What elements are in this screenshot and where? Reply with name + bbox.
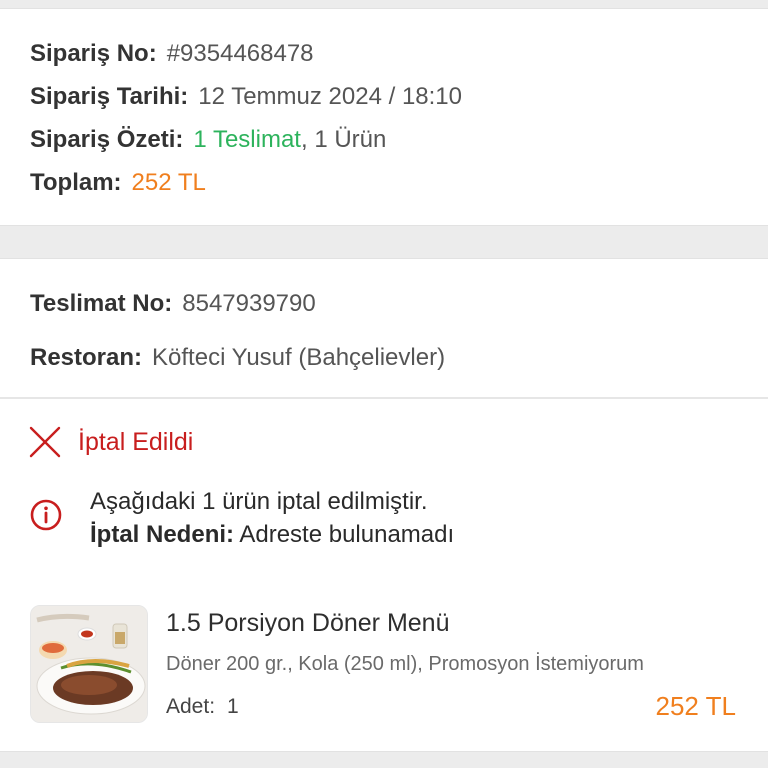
order-date-label: Sipariş Tarihi: bbox=[30, 83, 189, 110]
info-icon bbox=[30, 499, 62, 531]
product-image[interactable] bbox=[30, 605, 148, 723]
cancel-reason-value: Adreste bulunamadı bbox=[239, 521, 455, 548]
cancel-status: İptal Edildi bbox=[28, 425, 193, 459]
cancel-status-label: İptal Edildi bbox=[78, 427, 194, 456]
section-divider bbox=[0, 397, 768, 399]
order-total-label: Toplam: bbox=[30, 169, 122, 196]
product-quantity: Adet: 1 bbox=[166, 695, 239, 719]
order-date-row: Sipariş Tarihi: 12 Temmuz 2024 / 18:10 bbox=[30, 82, 462, 112]
cancel-reason-label: İptal Nedeni: bbox=[90, 521, 235, 548]
order-date-value: 12 Temmuz 2024 / 18:10 bbox=[198, 83, 462, 110]
order-number-row: Sipariş No: #9354468478 bbox=[30, 39, 314, 69]
order-summary-item-count: 1 Ürün bbox=[307, 126, 387, 153]
order-summary-card: Sipariş No: #9354468478 Sipariş Tarihi: 12… bbox=[0, 8, 768, 226]
delivery-card: Teslimat No: 8547939790 Restoran: Köfteci … bbox=[0, 258, 768, 752]
order-summary-row: Sipariş Özeti: 1 Teslimat, 1 Ürün bbox=[30, 125, 386, 155]
product-price: 252 TL bbox=[655, 691, 736, 721]
order-total-value: 252 TL bbox=[131, 169, 206, 196]
restaurant-row: Restoran: Köfteci Yusuf (Bahçelievler) bbox=[30, 343, 445, 373]
product-quantity-value: 1 bbox=[227, 695, 239, 718]
product-description: Döner 200 gr., Kola (250 ml), Promosyon … bbox=[166, 653, 644, 675]
order-number-label: Sipariş No: bbox=[30, 40, 157, 67]
delivery-number-label: Teslimat No: bbox=[30, 290, 173, 317]
cancel-info-line: Aşağıdaki 1 ürün iptal edilmiştir. bbox=[90, 488, 428, 515]
restaurant-label: Restoran: bbox=[30, 344, 143, 371]
delivery-number-value: 8547939790 bbox=[182, 290, 316, 317]
doner-plate-image bbox=[31, 606, 147, 722]
close-icon bbox=[29, 426, 61, 458]
order-number-value: #9354468478 bbox=[166, 40, 314, 67]
order-summary-separator: , bbox=[300, 126, 308, 153]
order-summary-label: Sipariş Özeti: bbox=[30, 126, 184, 153]
restaurant-value[interactable]: Köfteci Yusuf (Bahçelievler) bbox=[152, 344, 445, 371]
delivery-number-row: Teslimat No: 8547939790 bbox=[30, 289, 316, 319]
order-total-row: Toplam: 252 TL bbox=[30, 168, 206, 198]
product-title[interactable]: 1.5 Porsiyon Döner Menü bbox=[166, 609, 449, 638]
product-quantity-label: Adet: bbox=[166, 695, 216, 718]
order-summary-delivery-count[interactable]: 1 Teslimat bbox=[193, 126, 301, 153]
cancel-reason: İptal Nedeni: Adreste bulunamadı bbox=[90, 518, 454, 551]
cancel-info-text: Aşağıdaki 1 ürün iptal edilmiştir. İptal… bbox=[90, 485, 454, 551]
